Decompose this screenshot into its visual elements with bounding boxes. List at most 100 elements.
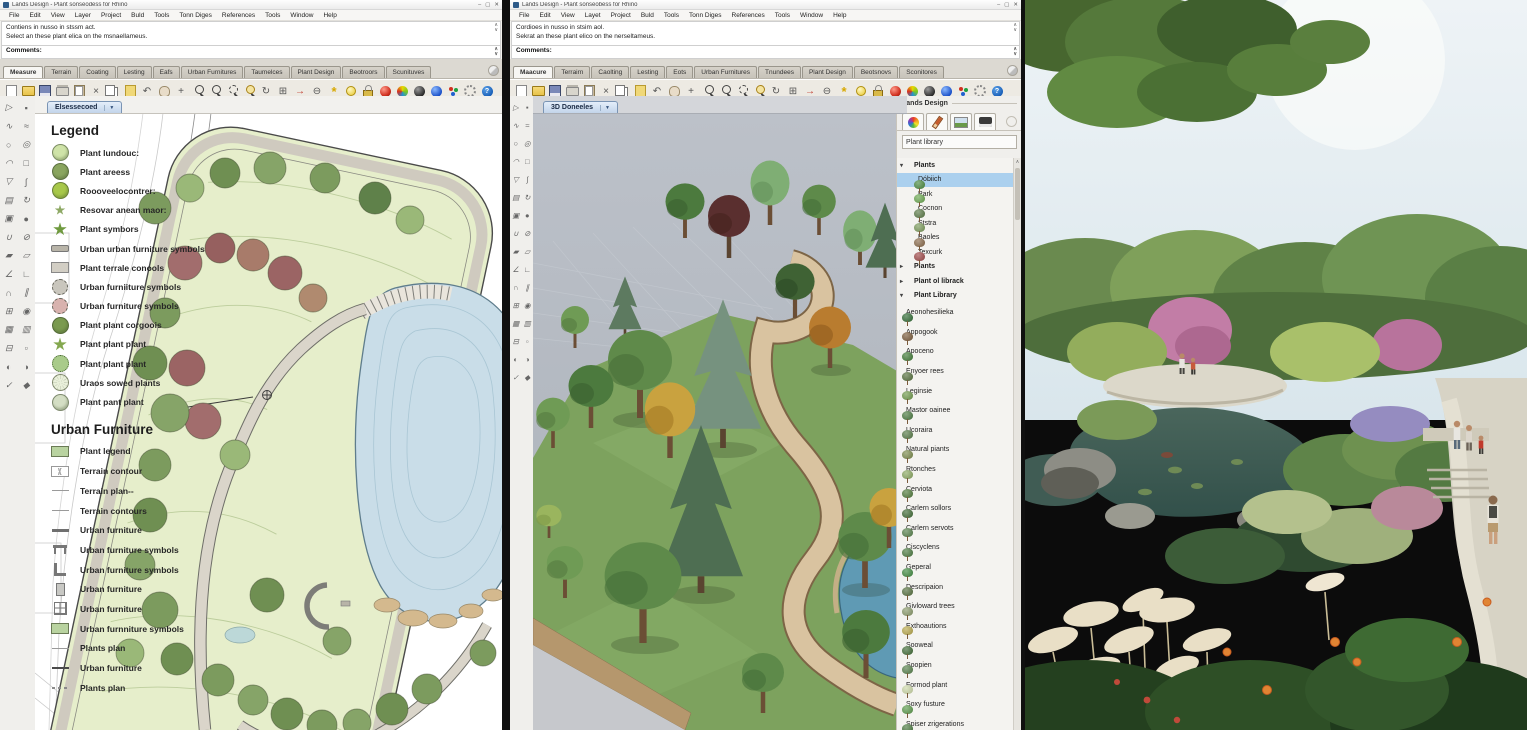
array-tool-icon[interactable]: ⊞	[510, 297, 522, 314]
fillet-tool-icon[interactable]: ∠	[510, 261, 522, 278]
tree-item[interactable]: Geperal	[897, 558, 1021, 578]
ribbon-tab[interactable]: Caolting	[591, 66, 629, 78]
menu-item[interactable]: Project	[96, 12, 126, 19]
tree-item[interactable]: Leginsie	[897, 381, 1021, 401]
select-arrow-icon[interactable]: ▷	[0, 99, 18, 117]
slab-tool-icon[interactable]: ▱	[18, 247, 36, 265]
tree-item[interactable]: ▸ Plants	[897, 260, 1021, 275]
scroll-down-icon[interactable]: ∨	[494, 52, 498, 57]
menu-item[interactable]: Help	[828, 12, 851, 19]
paint-tool-icon[interactable]: ◆	[522, 369, 534, 386]
menu-item[interactable]: Buld	[636, 12, 659, 19]
arc-tool-icon[interactable]: ◠	[0, 155, 18, 173]
ellipse-tool-icon[interactable]: ◎	[18, 136, 36, 154]
menu-item[interactable]: Edit	[24, 12, 45, 19]
image-tab-icon[interactable]	[950, 113, 972, 130]
ribbon-tab[interactable]: Terrairn	[554, 66, 590, 78]
tree-item[interactable]: ▾ Plant Library	[897, 289, 1021, 304]
ribbon-tab[interactable]: Plant Design	[291, 66, 342, 78]
menu-item[interactable]: Tools	[149, 12, 174, 19]
control-curve-icon[interactable]: ≈	[18, 118, 36, 136]
tree-item[interactable]: Ststra	[897, 216, 1021, 231]
ribbon-tab[interactable]: Terrain	[44, 66, 78, 78]
polygon-tool-icon[interactable]: ▽	[0, 173, 18, 191]
polar-array-tool-icon[interactable]: ◉	[522, 297, 534, 314]
ribbon-tab[interactable]: Coating	[79, 66, 115, 78]
ribbon-tab[interactable]: Maacure	[513, 66, 553, 78]
tree-item[interactable]: Cocnon	[897, 202, 1021, 217]
control-curve-icon[interactable]: ≈	[522, 117, 534, 134]
scroll-down-icon[interactable]: ∨	[494, 28, 498, 33]
minimize-button[interactable]: –	[997, 2, 1000, 8]
menu-item[interactable]: View	[556, 12, 580, 19]
tree-item[interactable]: Givloward trees	[897, 597, 1021, 617]
revolve-tool-icon[interactable]: ↻	[18, 192, 36, 210]
array-tool-icon[interactable]: ⊞	[0, 303, 18, 321]
annotate-tool-icon[interactable]: ▫	[522, 333, 534, 350]
ribbon-tab[interactable]: Eots	[666, 66, 693, 78]
block-tool-icon[interactable]: ▦	[510, 315, 522, 332]
sphere-tool-icon[interactable]: ●	[18, 210, 36, 228]
tree-item[interactable]: Aeonohesilieka	[897, 303, 1021, 323]
minimize-button[interactable]: –	[478, 2, 481, 8]
tree-item[interactable]: Descripaion	[897, 577, 1021, 597]
tree-item[interactable]: Appogook	[897, 323, 1021, 343]
tab-options-icon[interactable]	[1007, 65, 1018, 76]
intersect-tool-icon[interactable]: ∩	[0, 284, 18, 302]
plant-library-header[interactable]: Plant library	[902, 135, 1017, 149]
circle-tool-icon[interactable]: ○	[0, 136, 18, 154]
tree-item[interactable]: Apoceno	[897, 342, 1021, 362]
rectangle-tool-icon[interactable]: □	[522, 153, 534, 170]
tree-item[interactable]: Spiser zrigerations	[897, 714, 1021, 730]
middle-command-input[interactable]: Comments: ∧ ∨	[511, 46, 1020, 59]
union-tool-icon[interactable]: ∪	[510, 225, 522, 242]
tab-options-icon[interactable]	[488, 65, 499, 76]
tree-expander-icon[interactable]: ▸	[900, 278, 906, 285]
scroll-down-icon[interactable]: ∨	[1013, 28, 1017, 33]
offset-tool-icon[interactable]: ∥	[18, 284, 36, 302]
tree-item[interactable]: Ciscyclens	[897, 538, 1021, 558]
sphere-tool-icon[interactable]: ●	[522, 207, 534, 224]
plan-viewport-canvas[interactable]: Legend Plant lundouc: Plant areess Rooov…	[35, 113, 502, 730]
tree-item[interactable]: Texcurk	[897, 245, 1021, 260]
chamfer-tool-icon[interactable]: ∟	[522, 261, 534, 278]
gear-icon[interactable]	[1006, 116, 1017, 127]
menu-item[interactable]: View	[46, 12, 70, 19]
ribbon-tab[interactable]: Plant Design	[802, 66, 853, 78]
maximize-button[interactable]: ▢	[1004, 2, 1009, 8]
tree-item[interactable]: Park	[897, 187, 1021, 202]
middle-command-history[interactable]: Cordioes in nusso in stsim aol. Sekrat a…	[511, 21, 1020, 46]
scroll-up-icon[interactable]: ∧	[1014, 158, 1021, 166]
tree-item[interactable]: Natural piants	[897, 440, 1021, 460]
slab-tool-icon[interactable]: ▱	[522, 243, 534, 260]
tree-item[interactable]: Exthoautions	[897, 617, 1021, 637]
ribbon-tab[interactable]: Lesting	[630, 66, 665, 78]
tree-item[interactable]: Soxy fusture	[897, 695, 1021, 715]
paint-tool-icon[interactable]: ◆	[18, 377, 36, 395]
menu-item[interactable]: Tools	[260, 12, 285, 19]
tree-item[interactable]: Carlern sollors	[897, 499, 1021, 519]
menu-item[interactable]: Layer	[70, 12, 96, 19]
viewport-tab[interactable]: Elsessecoed ▼	[47, 101, 122, 113]
check-tool-icon[interactable]: ✓	[0, 377, 18, 395]
tree-item[interactable]: ▸ Plant ol librack	[897, 274, 1021, 289]
ribbon-tab[interactable]: Taumelces	[244, 66, 289, 78]
ribbon-tab[interactable]: Urban Furnitures	[181, 66, 244, 78]
ribbon-tab[interactable]: Urban Furnitures	[694, 66, 757, 78]
tree-item[interactable]: Mastor oainee	[897, 401, 1021, 421]
surface-tool-icon[interactable]: ▤	[0, 192, 18, 210]
annotate-tool-icon[interactable]: ▫	[18, 340, 36, 358]
menu-item[interactable]: Buld	[126, 12, 149, 19]
ribbon-tab[interactable]: Tnundees	[758, 66, 801, 78]
menu-item[interactable]: Tools	[659, 12, 684, 19]
surface-tool-icon[interactable]: ▤	[510, 189, 522, 206]
hatch-tool-icon[interactable]: ▥	[18, 321, 36, 339]
display-tab-icon[interactable]	[974, 113, 996, 130]
tree-expander-icon[interactable]: ▸	[900, 263, 906, 270]
ribbon-tab[interactable]: Measure	[3, 66, 43, 78]
edit-tab-icon[interactable]	[926, 113, 948, 130]
difference-tool-icon[interactable]: ⊘	[522, 225, 534, 242]
extrude-tool-icon[interactable]: ▰	[0, 247, 18, 265]
maximize-button[interactable]: ▢	[485, 2, 490, 8]
ribbon-tab[interactable]: Eafs	[153, 66, 180, 78]
